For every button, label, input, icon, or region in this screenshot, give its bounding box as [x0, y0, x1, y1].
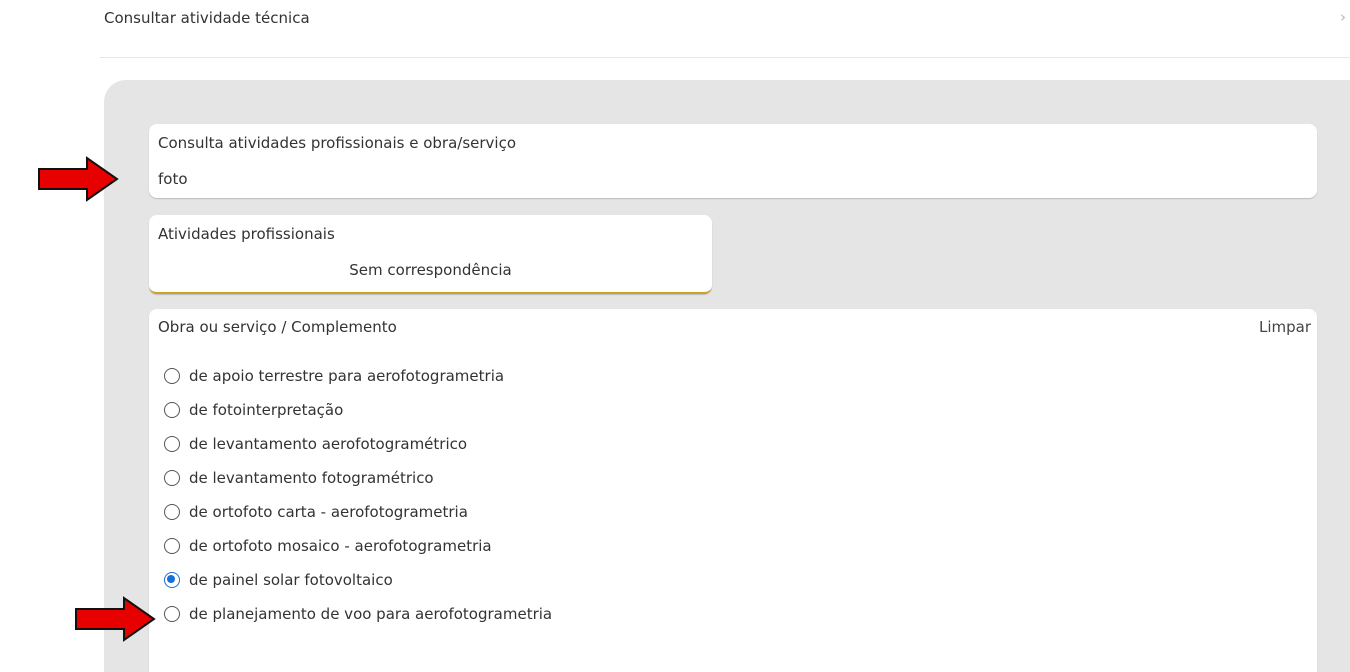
clear-button[interactable]: Limpar [1259, 318, 1311, 336]
option-label: de ortofoto carta - aerofotogrametria [189, 502, 468, 521]
option-label: de planejamento de voo para aerofotogram… [189, 604, 553, 623]
search-card: Consulta atividades profissionais e obra… [149, 124, 1317, 198]
radio-button[interactable] [164, 537, 180, 554]
obra-option[interactable]: de planejamento de voo para aerofotogram… [164, 591, 552, 636]
option-label: de levantamento fotogramétrico [189, 468, 434, 487]
no-match-text: Sem correspondência [349, 261, 512, 279]
option-label: de apoio terrestre para aerofotogrametri… [189, 366, 505, 385]
red-arrow-icon [38, 156, 119, 202]
chevron-right-icon[interactable]: › [1340, 8, 1346, 26]
page-title: Consultar atividade técnica [104, 9, 310, 27]
option-label: de levantamento aerofotogramétrico [189, 434, 468, 453]
search-label: Consulta atividades profissionais e obra… [158, 134, 517, 152]
option-label: de fotointerpretação [189, 400, 344, 419]
option-label: de ortofoto mosaico - aerofotogrametria [189, 536, 492, 555]
search-input[interactable] [158, 170, 1298, 188]
red-arrow-icon [75, 596, 156, 642]
atividades-label: Atividades profissionais [158, 225, 335, 243]
radio-button-checked[interactable] [164, 571, 180, 588]
radio-button[interactable] [164, 469, 180, 486]
obra-options-list: de apoio terrestre para aerofotogrametri… [164, 353, 552, 636]
radio-button[interactable] [164, 435, 180, 452]
obra-label: Obra ou serviço / Complemento [158, 318, 397, 336]
radio-button[interactable] [164, 503, 180, 520]
page-header: Consultar atividade técnica › [0, 0, 1350, 58]
option-label: de painel solar fotovoltaico [189, 570, 393, 589]
header-divider [100, 57, 1350, 58]
obra-card: Obra ou serviço / Complemento Limpar de … [149, 309, 1317, 672]
atividades-card: Atividades profissionais Sem correspondê… [149, 215, 712, 294]
radio-button[interactable] [164, 367, 180, 384]
radio-button[interactable] [164, 605, 180, 622]
radio-button[interactable] [164, 401, 180, 418]
